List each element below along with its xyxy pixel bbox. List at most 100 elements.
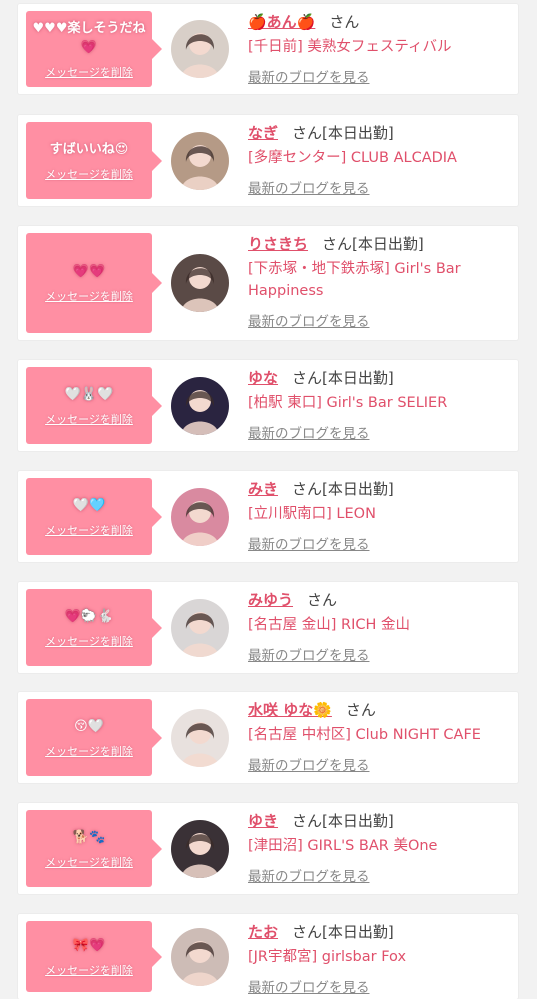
message-bubble: 😚🤍 メッセージを削除 <box>26 699 162 776</box>
message-bubble: すばいいね😍 メッセージを削除 <box>26 122 162 199</box>
cast-avatar[interactable] <box>171 132 229 190</box>
cast-info: 🍎あん🍎 さん [千日前] 美熟女フェスティバル 最新のブログを見る <box>248 12 512 86</box>
cast-info: なぎ さん[本日出勤] [多摩センター] CLUB ALCADIA 最新のブログを… <box>248 123 512 197</box>
latest-blog-link[interactable]: 最新のブログを見る <box>248 754 512 774</box>
delete-message-link[interactable]: メッセージを削除 <box>45 854 133 870</box>
message-text: 💗💗 <box>72 264 106 279</box>
cast-avatar[interactable] <box>171 20 229 78</box>
shop-name: [立川駅南口] LEON <box>248 506 376 522</box>
honorific: さん <box>345 701 376 719</box>
name-line: なぎ さん[本日出勤] <box>248 123 512 143</box>
avatar-photo-icon <box>171 820 229 878</box>
avatar-photo-icon <box>171 254 229 312</box>
delete-message-link[interactable]: メッセージを削除 <box>45 633 133 649</box>
cast-name-link[interactable]: 水咲 ゆな🌼 <box>248 701 332 719</box>
status-label: [本日出勤] <box>322 923 394 941</box>
honorific: さん <box>307 591 338 609</box>
avatar-photo-icon <box>171 928 229 986</box>
latest-blog-link[interactable]: 最新のブログを見る <box>248 976 512 996</box>
cast-card: 🤍🐰🤍 メッセージを削除 ゆな さん[本日出勤] [柏駅 東口] Girl's B… <box>18 360 518 451</box>
status-label: [本日出勤] <box>322 812 394 830</box>
cast-name-link[interactable]: 🍎あん🍎 <box>248 13 315 31</box>
message-bubble: 🐕🐾 メッセージを削除 <box>26 810 162 887</box>
avatar-photo-icon <box>171 132 229 190</box>
cast-info: りさきち さん[本日出勤] [下赤塚・地下鉄赤塚] Girl's Bar Happ… <box>248 234 512 330</box>
shop-name: [多摩センター] CLUB ALCADIA <box>248 150 457 166</box>
cast-avatar[interactable] <box>171 488 229 546</box>
status-label: [本日出勤] <box>322 480 394 498</box>
message-bubble: 🎀💗 メッセージを削除 <box>26 921 162 992</box>
honorific: さん <box>292 812 323 830</box>
delete-message-link[interactable]: メッセージを削除 <box>45 962 133 978</box>
cast-card: 💗💗 メッセージを削除 りさきち さん[本日出勤] [下赤塚・地下鉄赤塚] Gir… <box>18 226 518 340</box>
name-line: りさきち さん[本日出勤] <box>248 234 512 254</box>
avatar-photo-icon <box>171 20 229 78</box>
message-text: ♥♥♥楽しそうだね💗 <box>32 20 146 55</box>
cast-card: ♥♥♥楽しそうだね💗 メッセージを削除 🍎あん🍎 さん [千日前] 美熟女フェステ… <box>18 4 518 94</box>
cast-name-link[interactable]: みき <box>248 480 278 498</box>
latest-blog-link[interactable]: 最新のブログを見る <box>248 66 512 86</box>
avatar-photo-icon <box>171 599 229 657</box>
cast-avatar[interactable] <box>171 599 229 657</box>
shop-name: [下赤塚・地下鉄赤塚] Girl's Bar Happiness <box>248 261 461 299</box>
status-label: [本日出勤] <box>322 124 394 142</box>
honorific: さん <box>292 124 323 142</box>
shop-name: [名古屋 金山] RICH 金山 <box>248 617 411 633</box>
delete-message-link[interactable]: メッセージを削除 <box>45 411 133 427</box>
message-text: 😚🤍 <box>74 718 104 734</box>
avatar-photo-icon <box>171 488 229 546</box>
cast-name-link[interactable]: ゆき <box>248 812 278 830</box>
message-text: 🤍🩵 <box>72 497 106 513</box>
name-line: みゆう さん <box>248 590 512 610</box>
name-line: ゆな さん[本日出勤] <box>248 368 512 388</box>
message-bubble: 💗💗 メッセージを削除 <box>26 233 162 333</box>
status-label: [本日出勤] <box>322 369 394 387</box>
cast-avatar[interactable] <box>171 709 229 767</box>
latest-blog-link[interactable]: 最新のブログを見る <box>248 177 512 197</box>
latest-blog-link[interactable]: 最新のブログを見る <box>248 644 512 664</box>
name-line: みき さん[本日出勤] <box>248 479 512 499</box>
honorific: さん <box>329 13 360 31</box>
cast-avatar[interactable] <box>171 928 229 986</box>
latest-blog-link[interactable]: 最新のブログを見る <box>248 310 512 330</box>
delete-message-link[interactable]: メッセージを削除 <box>45 522 133 538</box>
cast-info: ゆき さん[本日出勤] [津田沼] GIRL'S BAR 美One 最新のブログを… <box>248 811 512 885</box>
avatar-photo-icon <box>171 709 229 767</box>
message-text: 🤍🐰🤍 <box>64 386 114 402</box>
name-line: 🍎あん🍎 さん <box>248 12 512 32</box>
cast-name-link[interactable]: たお <box>248 923 278 941</box>
shop-name: [千日前] 美熟女フェスティバル <box>248 39 452 55</box>
latest-blog-link[interactable]: 最新のブログを見る <box>248 422 512 442</box>
delete-message-link[interactable]: メッセージを削除 <box>45 743 133 759</box>
honorific: さん <box>292 480 323 498</box>
cast-name-link[interactable]: りさきち <box>248 235 308 253</box>
cast-avatar[interactable] <box>171 820 229 878</box>
cast-avatar[interactable] <box>171 254 229 312</box>
cast-avatar[interactable] <box>171 377 229 435</box>
name-line: 水咲 ゆな🌼 さん <box>248 700 512 720</box>
latest-blog-link[interactable]: 最新のブログを見る <box>248 533 512 553</box>
shop-name: [名古屋 中村区] Club NIGHT CAFE <box>248 727 481 743</box>
honorific: さん <box>292 369 323 387</box>
cast-name-link[interactable]: ゆな <box>248 369 278 387</box>
name-line: ゆき さん[本日出勤] <box>248 811 512 831</box>
message-bubble: 🤍🩵 メッセージを削除 <box>26 478 162 555</box>
delete-message-link[interactable]: メッセージを削除 <box>45 166 133 182</box>
delete-message-link[interactable]: メッセージを削除 <box>45 288 133 304</box>
message-text: 🎀💗 <box>72 937 106 953</box>
honorific: さん <box>292 923 323 941</box>
cast-card: 🎀💗 メッセージを削除 たお さん[本日出勤] [JR宇都宮] girlsbar … <box>18 914 518 999</box>
status-label: [本日出勤] <box>352 235 424 253</box>
message-text: 🐕🐾 <box>72 829 106 845</box>
cast-card: 💗🐑🐇 メッセージを削除 みゆう さん [名古屋 金山] RICH 金山 最新のブ… <box>18 582 518 673</box>
cast-card: 🤍🩵 メッセージを削除 みき さん[本日出勤] [立川駅南口] LEON 最新のブ… <box>18 471 518 562</box>
shop-name: [柏駅 東口] Girl's Bar SELIER <box>248 395 448 411</box>
delete-message-link[interactable]: メッセージを削除 <box>45 64 133 80</box>
latest-blog-link[interactable]: 最新のブログを見る <box>248 865 512 885</box>
cast-name-link[interactable]: みゆう <box>248 591 293 609</box>
cast-name-link[interactable]: なぎ <box>248 124 278 142</box>
message-bubble: 🤍🐰🤍 メッセージを削除 <box>26 367 162 444</box>
cast-info: たお さん[本日出勤] [JR宇都宮] girlsbar Fox 最新のブログを見… <box>248 922 512 996</box>
shop-name: [JR宇都宮] girlsbar Fox <box>248 949 407 965</box>
cast-card: すばいいね😍 メッセージを削除 なぎ さん[本日出勤] [多摩センター] CLUB… <box>18 115 518 206</box>
